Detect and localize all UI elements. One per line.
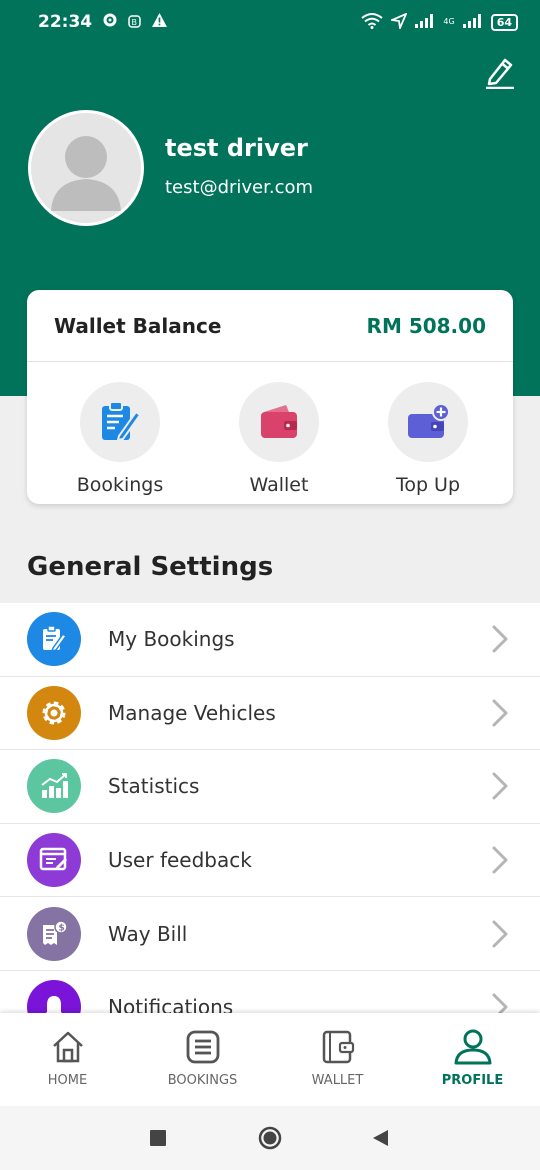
- chevron-right-icon: [492, 699, 508, 727]
- quick-action-label: Wallet: [249, 474, 309, 496]
- wallet-outline-icon: [322, 1030, 354, 1064]
- setting-label: Statistics: [108, 774, 200, 799]
- quick-action-label: Bookings: [76, 474, 164, 496]
- signal-icon: [415, 13, 435, 31]
- wallet-card: Wallet Balance RM 508.00 Bookings Wallet…: [27, 290, 513, 504]
- wallet-balance-amount: RM 508.00: [366, 313, 486, 338]
- wallet-icon: [261, 405, 297, 438]
- setting-item-my-bookings[interactable]: My Bookings: [0, 603, 540, 677]
- quick-action-wallet[interactable]: Wallet: [219, 382, 339, 496]
- back-button[interactable]: [372, 1129, 390, 1151]
- nav-label: BOOKINGS: [167, 1073, 238, 1088]
- list-icon: [186, 1030, 219, 1064]
- nav-label: WALLET: [311, 1073, 364, 1088]
- edit-profile-button[interactable]: [482, 56, 518, 92]
- status-bar: 22:34 B 4G 64: [0, 0, 540, 44]
- b-status-icon: B: [128, 13, 141, 32]
- quick-action-label: Top Up: [395, 474, 461, 496]
- quick-action-top-up[interactable]: Top Up: [368, 382, 488, 496]
- signal-icon-2: [462, 13, 483, 31]
- user-name: test driver: [165, 134, 308, 162]
- pencil-icon: [484, 55, 516, 93]
- nav-label: HOME: [47, 1073, 88, 1088]
- setting-item-user-feedback[interactable]: User feedback: [0, 824, 540, 898]
- setting-label: My Bookings: [108, 627, 235, 652]
- system-navigation-bar: [0, 1106, 540, 1170]
- setting-item-manage-vehicles[interactable]: Manage Vehicles: [0, 677, 540, 751]
- default-avatar-icon: [51, 136, 121, 211]
- warning-icon: [151, 12, 168, 32]
- recents-button[interactable]: [150, 1130, 166, 1150]
- section-title: General Settings: [27, 552, 274, 582]
- bottom-navigation: HOME BOOKINGS WALLET PROFILE: [0, 1013, 540, 1106]
- nav-bookings[interactable]: BOOKINGS: [135, 1013, 270, 1106]
- nav-label: PROFILE: [441, 1073, 504, 1088]
- network-type: 4G: [443, 17, 455, 26]
- chevron-right-icon: [492, 772, 508, 800]
- feedback-icon: [27, 833, 81, 888]
- battery-level: 64: [490, 13, 518, 31]
- chevron-right-icon: [492, 625, 508, 653]
- bill-icon: $: [27, 906, 81, 961]
- setting-label: Manage Vehicles: [108, 700, 276, 725]
- setting-label: User feedback: [108, 848, 252, 873]
- nav-profile[interactable]: PROFILE: [405, 1013, 540, 1106]
- home-system-button[interactable]: [258, 1126, 282, 1154]
- setting-label: Way Bill: [108, 921, 188, 946]
- clipboard-edit-icon: [27, 612, 81, 667]
- setting-item-way-bill[interactable]: $ Way Bill: [0, 897, 540, 971]
- settings-list: My Bookings Manage Vehicles Statistics U…: [0, 603, 540, 1045]
- square-icon: [150, 1130, 166, 1146]
- nav-home[interactable]: HOME: [0, 1013, 135, 1106]
- nav-wallet[interactable]: WALLET: [270, 1013, 405, 1106]
- location-arrow-icon: [389, 11, 409, 32]
- svg-text:$: $: [59, 923, 65, 933]
- wallet-balance-label: Wallet Balance: [54, 313, 222, 338]
- wallet-add-icon: [408, 403, 450, 438]
- quick-action-bookings[interactable]: Bookings: [60, 382, 180, 496]
- wallet-balance-row: Wallet Balance RM 508.00: [27, 290, 513, 362]
- clipboard-edit-icon: [102, 401, 141, 442]
- circle-icon: [258, 1126, 282, 1150]
- person-icon: [454, 1029, 491, 1065]
- chevron-right-icon: [492, 846, 508, 874]
- back-triangle-icon: [373, 1130, 388, 1146]
- wifi-icon: [361, 12, 384, 32]
- avatar[interactable]: [28, 110, 144, 226]
- svg-text:B: B: [132, 18, 138, 27]
- user-email: test@driver.com: [165, 177, 314, 198]
- status-time: 22:34: [38, 12, 93, 32]
- home-icon: [52, 1031, 83, 1063]
- gear-icon: [27, 685, 81, 740]
- bar-chart-icon: [27, 759, 81, 814]
- setting-item-statistics[interactable]: Statistics: [0, 750, 540, 824]
- chevron-right-icon: [492, 920, 508, 948]
- settings-gear-status-icon: [102, 12, 118, 32]
